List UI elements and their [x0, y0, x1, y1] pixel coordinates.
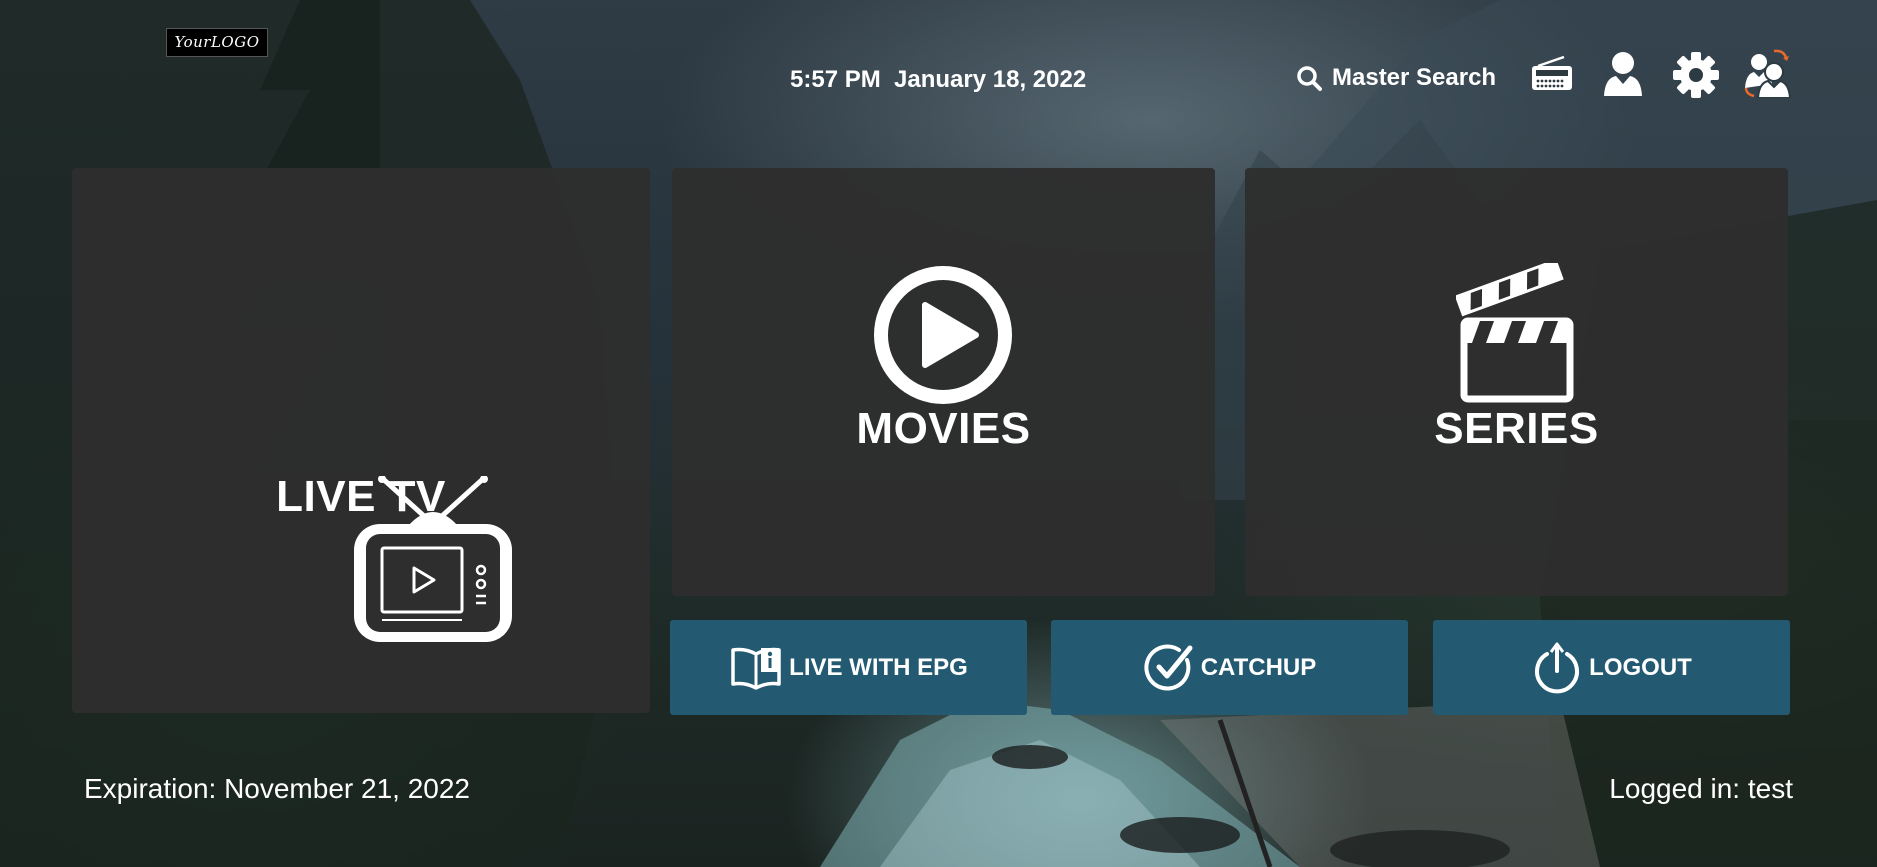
series-label: SERIES — [1434, 404, 1599, 453]
master-search-button[interactable]: Master Search — [1296, 64, 1496, 92]
power-icon — [1535, 642, 1580, 693]
expiration-text: Expiration: November 21, 2022 — [84, 773, 470, 804]
logout-button[interactable]: LOGOUT — [1433, 620, 1790, 715]
logged-in-text: Logged in: test — [1609, 773, 1793, 804]
check-circle-icon — [1144, 644, 1193, 690]
live-tv-tile[interactable]: LIVE TV — [72, 168, 650, 713]
switch-user-icon[interactable] — [1744, 48, 1792, 98]
clock-date: 5:57 PM January 18, 2022 — [790, 66, 1087, 93]
live-with-epg-label: LIVE WITH EPG — [789, 653, 968, 681]
brand-logo: YourLOGO — [166, 28, 268, 57]
live-with-epg-button[interactable]: LIVE WITH EPG — [670, 620, 1027, 715]
master-search-label: Master Search — [1332, 64, 1497, 91]
radio-icon[interactable] — [1530, 56, 1574, 92]
clapperboard-icon — [1456, 263, 1574, 403]
play-circle-icon — [874, 266, 1012, 404]
gear-icon[interactable] — [1673, 52, 1719, 98]
user-icon[interactable] — [1602, 50, 1644, 98]
movies-tile[interactable]: MOVIES — [672, 168, 1215, 596]
catchup-button[interactable]: CATCHUP — [1051, 620, 1408, 715]
home-screen: YourLOGO 5:57 PM January 18, 2022 Master… — [0, 0, 1877, 867]
guide-book-icon — [731, 647, 781, 690]
movies-label: MOVIES — [856, 404, 1031, 453]
logout-label: LOGOUT — [1589, 653, 1692, 681]
series-tile[interactable]: SERIES — [1245, 168, 1788, 596]
search-icon — [1297, 66, 1322, 91]
catchup-label: CATCHUP — [1200, 653, 1317, 681]
live-tv-label: LIVE TV — [276, 472, 446, 521]
